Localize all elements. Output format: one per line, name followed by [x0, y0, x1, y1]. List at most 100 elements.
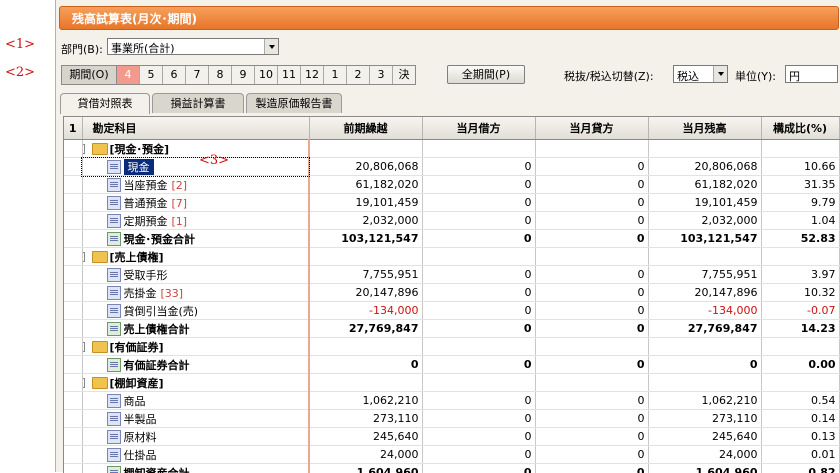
ratio-cell[interactable]: 52.83 — [761, 230, 839, 248]
debit-cell[interactable] — [422, 140, 535, 158]
group-row[interactable]: ⊟[売上債権] — [64, 248, 839, 266]
account-name-cell[interactable]: 貸倒引当金(売) — [82, 302, 309, 320]
period-month-1[interactable]: 5 — [140, 66, 163, 84]
collapse-toggle-icon[interactable]: ⊟ — [82, 342, 85, 352]
balance-cell[interactable]: 2,032,000 — [648, 212, 761, 230]
table-row[interactable]: 当座預金[2]61,182,0200061,182,02031.35 — [64, 176, 839, 194]
header-ratio[interactable]: 構成比(%) — [761, 117, 839, 140]
opening-balance-cell[interactable]: 2,032,000 — [309, 212, 422, 230]
opening-balance-cell[interactable]: 103,121,547 — [309, 230, 422, 248]
debit-cell[interactable]: 0 — [422, 356, 535, 374]
tab-income-statement[interactable]: 損益計算書 — [152, 93, 244, 113]
table-row[interactable]: 原材料245,64000245,6400.13 — [64, 428, 839, 446]
opening-balance-cell[interactable]: 27,769,847 — [309, 320, 422, 338]
balance-cell[interactable] — [648, 140, 761, 158]
credit-cell[interactable]: 0 — [535, 284, 648, 302]
balance-cell[interactable]: 273,110 — [648, 410, 761, 428]
credit-cell[interactable]: 0 — [535, 194, 648, 212]
header-balance[interactable]: 当月残高 — [648, 117, 761, 140]
ratio-cell[interactable]: 31.35 — [761, 176, 839, 194]
group-row[interactable]: ⊟[現金･預金] — [64, 140, 839, 158]
ratio-cell[interactable]: 14.23 — [761, 320, 839, 338]
total-row[interactable]: 有価証券合計00000.00 — [64, 356, 839, 374]
period-month-8[interactable]: 12 — [301, 66, 324, 84]
debit-cell[interactable]: 0 — [422, 446, 535, 464]
debit-cell[interactable] — [422, 248, 535, 266]
group-row[interactable]: ⊟[有価証券] — [64, 338, 839, 356]
table-row[interactable]: 受取手形7,755,951007,755,9513.97 — [64, 266, 839, 284]
credit-cell[interactable]: 0 — [535, 266, 648, 284]
period-label-button[interactable]: 期間(O) — [62, 66, 117, 84]
ratio-cell[interactable]: 9.79 — [761, 194, 839, 212]
balance-cell[interactable]: 27,769,847 — [648, 320, 761, 338]
debit-cell[interactable] — [422, 374, 535, 392]
tab-balance-sheet[interactable]: 貸借対照表 — [60, 93, 150, 114]
unit-field[interactable]: 円 — [785, 65, 838, 83]
opening-balance-cell[interactable]: 19,101,459 — [309, 194, 422, 212]
account-name-cell[interactable]: ⊟[売上債権] — [82, 248, 309, 266]
balance-cell[interactable]: 20,806,068 — [648, 158, 761, 176]
period-month-10[interactable]: 2 — [347, 66, 370, 84]
total-row[interactable]: 現金･預金合計103,121,54700103,121,54752.83 — [64, 230, 839, 248]
balance-cell[interactable]: 19,101,459 — [648, 194, 761, 212]
credit-cell[interactable]: 0 — [535, 410, 648, 428]
credit-cell[interactable]: 0 — [535, 212, 648, 230]
credit-cell[interactable] — [535, 374, 648, 392]
chevron-down-icon[interactable] — [264, 39, 278, 54]
balance-cell[interactable]: 20,147,896 — [648, 284, 761, 302]
ratio-cell[interactable]: 10.66 — [761, 158, 839, 176]
period-month-5[interactable]: 9 — [232, 66, 255, 84]
period-month-0[interactable]: 4 — [117, 66, 140, 84]
debit-cell[interactable] — [422, 338, 535, 356]
table-row[interactable]: 半製品273,11000273,1100.14 — [64, 410, 839, 428]
opening-balance-cell[interactable]: 245,640 — [309, 428, 422, 446]
balance-cell[interactable]: 7,755,951 — [648, 266, 761, 284]
opening-balance-cell[interactable]: 7,755,951 — [309, 266, 422, 284]
ratio-cell[interactable]: 0.13 — [761, 428, 839, 446]
header-opening-balance[interactable]: 前期繰越 — [309, 117, 422, 140]
table-row[interactable]: 売掛金[33]20,147,8960020,147,89610.32 — [64, 284, 839, 302]
credit-cell[interactable]: 0 — [535, 158, 648, 176]
opening-balance-cell[interactable]: 273,110 — [309, 410, 422, 428]
account-name-cell[interactable]: 有価証券合計 — [82, 356, 309, 374]
opening-balance-cell[interactable] — [309, 140, 422, 158]
header-debit[interactable]: 当月借方 — [422, 117, 535, 140]
account-name-cell[interactable]: 普通預金[7] — [82, 194, 309, 212]
period-month-12[interactable]: 決 — [393, 66, 415, 84]
opening-balance-cell[interactable]: 61,182,020 — [309, 176, 422, 194]
ratio-cell[interactable]: 0.01 — [761, 446, 839, 464]
all-period-button[interactable]: 全期間(P) — [447, 65, 525, 84]
period-month-4[interactable]: 8 — [209, 66, 232, 84]
debit-cell[interactable]: 0 — [422, 266, 535, 284]
opening-balance-cell[interactable]: 24,000 — [309, 446, 422, 464]
balance-cell[interactable] — [648, 338, 761, 356]
header-account[interactable]: 勘定科目 — [82, 117, 309, 140]
ratio-cell[interactable]: 10.32 — [761, 284, 839, 302]
account-name-cell[interactable]: 受取手形 — [82, 266, 309, 284]
debit-cell[interactable]: 0 — [422, 284, 535, 302]
opening-balance-cell[interactable] — [309, 374, 422, 392]
account-name-cell[interactable]: 原材料 — [82, 428, 309, 446]
credit-cell[interactable]: 0 — [535, 320, 648, 338]
ratio-cell[interactable]: 0.54 — [761, 392, 839, 410]
opening-balance-cell[interactable]: 20,147,896 — [309, 284, 422, 302]
ratio-cell[interactable] — [761, 374, 839, 392]
account-name-cell[interactable]: 現金 — [82, 158, 309, 176]
collapse-toggle-icon[interactable]: ⊟ — [82, 378, 85, 388]
balance-cell[interactable]: -134,000 — [648, 302, 761, 320]
debit-cell[interactable]: 0 — [422, 230, 535, 248]
credit-cell[interactable]: 0 — [535, 392, 648, 410]
period-month-6[interactable]: 10 — [255, 66, 278, 84]
debit-cell[interactable]: 0 — [422, 428, 535, 446]
tax-select[interactable]: 税込 — [673, 65, 728, 83]
balance-cell[interactable]: 0 — [648, 356, 761, 374]
account-name-cell[interactable]: ⊟[有価証券] — [82, 338, 309, 356]
account-name-cell[interactable]: 商品 — [82, 392, 309, 410]
debit-cell[interactable]: 0 — [422, 410, 535, 428]
balance-cell[interactable] — [648, 248, 761, 266]
debit-cell[interactable]: 0 — [422, 194, 535, 212]
table-row[interactable]: 仕掛品24,0000024,0000.01 — [64, 446, 839, 464]
credit-cell[interactable]: 0 — [535, 230, 648, 248]
table-row[interactable]: 普通預金[7]19,101,4590019,101,4599.79 — [64, 194, 839, 212]
ratio-cell[interactable] — [761, 140, 839, 158]
